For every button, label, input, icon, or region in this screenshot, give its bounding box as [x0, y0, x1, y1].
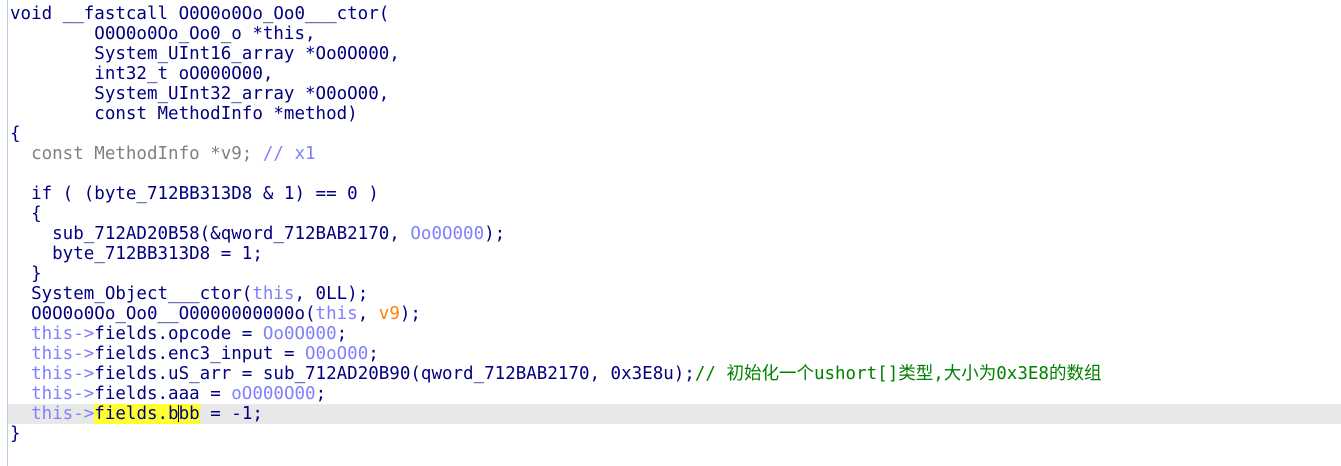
code-line[interactable]: } — [10, 264, 1341, 284]
code-token[interactable]: ; — [242, 144, 263, 164]
code-comment[interactable]: // 初始化一个ushort[]类型,大小为0x3E8的数组 — [695, 364, 1102, 384]
code-token[interactable]: const MethodInfo — [10, 144, 210, 164]
code-token[interactable]: bb — [178, 404, 200, 424]
line-gutter — [0, 0, 8, 466]
code-token[interactable]: ; — [316, 384, 327, 404]
code-token[interactable]: ; — [368, 344, 379, 364]
code-token[interactable]: { — [10, 204, 42, 224]
code-area[interactable]: void __fastcall O0O0o0Oo_Oo0___ctor( O0O… — [8, 4, 1341, 444]
code-token[interactable]: , 0LL); — [294, 284, 368, 304]
code-token[interactable]: Oo0O000 — [410, 224, 484, 244]
code-line[interactable]: System_UInt32_array *O0oO00, — [10, 84, 1341, 104]
code-token[interactable]: int32_t oO000O00, — [10, 64, 273, 84]
code-line-current[interactable]: this->fields.bbb = -1; — [8, 404, 1341, 424]
code-token[interactable]: { — [10, 124, 21, 144]
code-token[interactable]: Oo0O000 — [263, 324, 337, 344]
code-line[interactable]: sub_712AD20B58(&qword_712BAB2170, Oo0O00… — [10, 224, 1341, 244]
code-line[interactable]: { — [10, 124, 1341, 144]
code-token[interactable]: System_UInt32_array *O0oO00, — [10, 84, 389, 104]
code-token[interactable]: v9 — [379, 304, 400, 324]
code-line[interactable]: const MethodInfo *v9; // x1 — [10, 144, 1341, 164]
code-token[interactable]: ); — [400, 304, 421, 324]
code-line[interactable]: void __fastcall O0O0o0Oo_Oo0___ctor( — [10, 4, 1341, 24]
code-token[interactable]: ); — [484, 224, 505, 244]
code-token[interactable]: fields.opcode = — [94, 324, 263, 344]
code-line[interactable] — [10, 164, 1341, 184]
code-line[interactable]: O0O0o0Oo_Oo0_o *this, — [10, 24, 1341, 44]
code-token[interactable]: this-> — [10, 364, 94, 384]
code-token[interactable]: O0O0o0Oo_Oo0__O0000000000o( — [10, 304, 315, 324]
pseudocode-view[interactable]: void __fastcall O0O0o0Oo_Oo0___ctor( O0O… — [0, 0, 1341, 466]
code-token[interactable]: O0oO00 — [305, 344, 368, 364]
code-token[interactable]: = -1; — [200, 404, 263, 424]
code-line[interactable]: O0O0o0Oo_Oo0__O0000000000o(this, v9); — [10, 304, 1341, 324]
code-line[interactable]: this->fields.uS_arr = sub_712AD20B90(qwo… — [10, 364, 1341, 384]
code-token[interactable]: this-> — [10, 384, 94, 404]
code-line[interactable]: const MethodInfo *method) — [10, 104, 1341, 124]
code-token[interactable]: byte_712BB313D8 = 1; — [10, 244, 263, 264]
code-token[interactable]: void __fastcall O0O0o0Oo_Oo0___ctor( — [10, 4, 389, 24]
code-token[interactable]: System_UInt16_array *Oo0O000, — [10, 44, 400, 64]
code-line[interactable]: int32_t oO000O00, — [10, 64, 1341, 84]
code-token[interactable]: ; — [337, 324, 348, 344]
code-token[interactable]: this — [316, 304, 358, 324]
code-token[interactable]: this-> — [10, 404, 94, 424]
code-token[interactable]: } — [10, 264, 42, 284]
code-line[interactable]: this->fields.enc3_input = O0oO00; — [10, 344, 1341, 364]
code-token[interactable]: const MethodInfo *method) — [10, 104, 357, 124]
code-token[interactable]: this-> — [10, 344, 94, 364]
code-line[interactable]: if ( (byte_712BB313D8 & 1) == 0 ) — [10, 184, 1341, 204]
code-token[interactable]: *v9 — [210, 144, 242, 164]
code-token[interactable]: this-> — [10, 324, 94, 344]
code-token[interactable]: if ( (byte_712BB313D8 & 1) == 0 ) — [10, 184, 379, 204]
code-token[interactable]: this — [252, 284, 294, 304]
code-line[interactable]: System_UInt16_array *Oo0O000, — [10, 44, 1341, 64]
code-line[interactable]: this->fields.opcode = Oo0O000; — [10, 324, 1341, 344]
code-token[interactable]: // x1 — [263, 144, 316, 164]
code-token[interactable]: fields.uS_arr = sub_712AD20B90(qword_712… — [94, 364, 695, 384]
code-line[interactable]: } — [10, 424, 1341, 444]
code-token[interactable]: System_Object___ctor( — [10, 284, 252, 304]
code-line[interactable]: System_Object___ctor(this, 0LL); — [10, 284, 1341, 304]
code-token[interactable]: fields.enc3_input = — [94, 344, 305, 364]
code-line[interactable]: { — [10, 204, 1341, 224]
code-token[interactable]: } — [10, 424, 21, 444]
code-token[interactable]: fields.aaa = — [94, 384, 231, 404]
code-token[interactable]: O0O0o0Oo_Oo0_o *this, — [10, 24, 315, 44]
code-token[interactable]: sub_712AD20B58(&qword_712BAB2170, — [10, 224, 410, 244]
code-line[interactable]: this->fields.aaa = oO000O00; — [10, 384, 1341, 404]
code-line[interactable]: byte_712BB313D8 = 1; — [10, 244, 1341, 264]
code-token[interactable]: oO000O00 — [231, 384, 315, 404]
code-token[interactable]: fields.b — [94, 404, 179, 424]
code-token[interactable]: , — [358, 304, 379, 324]
